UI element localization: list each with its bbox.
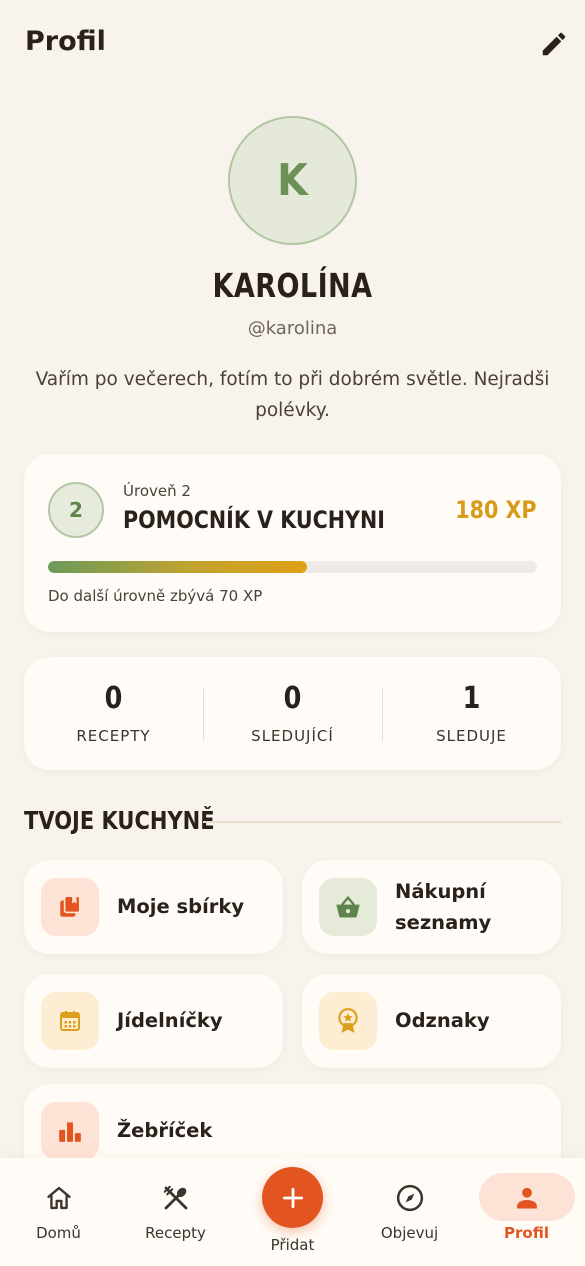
tile-label: Odznaky: [395, 1009, 490, 1032]
collections-icon: [41, 878, 99, 936]
xp-value: 180 XP: [455, 496, 537, 524]
tile-label: Moje sbírky: [117, 895, 245, 918]
stat-recipes[interactable]: 0 RECEPTY: [24, 657, 203, 770]
nav-recipes[interactable]: Recepty: [117, 1158, 234, 1266]
tile-meal-plans[interactable]: Jídelníčky: [24, 974, 283, 1068]
plus-icon: [282, 1187, 303, 1208]
level-progress-fill: [48, 561, 308, 573]
person-icon: [516, 1187, 537, 1209]
stat-value: 0: [104, 681, 123, 716]
level-badge: 2: [48, 482, 104, 538]
stat-followers[interactable]: 0 SLEDUJÍCÍ: [203, 657, 382, 770]
nav-label: Domů: [36, 1224, 81, 1242]
utensils-icon: [163, 1185, 187, 1210]
leaderboard-icon: [41, 1102, 99, 1160]
pencil-icon: [542, 32, 566, 56]
nav-label: Recepty: [145, 1224, 206, 1242]
level-title: POMOCNÍK V KUCHYNI: [123, 506, 385, 534]
profile-username: @karolina: [247, 318, 338, 339]
nav-profile[interactable]: Profil: [468, 1158, 585, 1266]
nav-label: Objevuj: [380, 1224, 439, 1242]
badge-icon: [319, 992, 377, 1050]
add-recipe-label: Přidat: [270, 1236, 315, 1254]
edit-profile-button[interactable]: [536, 26, 572, 62]
avatar-initial: K: [277, 155, 308, 206]
tile-badges[interactable]: Odznaky: [302, 974, 561, 1068]
calendar-icon: [41, 992, 99, 1050]
top-bar: Profil: [0, 0, 585, 90]
tile-label-line: seznamy: [395, 911, 492, 934]
tile-shopping-lists[interactable]: Nákupní seznamy: [302, 860, 561, 954]
tile-label: Žebříček: [117, 1119, 213, 1142]
nav-home[interactable]: Domů: [0, 1158, 117, 1266]
profile-bio: Vařím po večerech, fotím to při dobrém s…: [35, 369, 550, 421]
nav-discover[interactable]: Objevuj: [351, 1158, 468, 1266]
level-progress-bar: [48, 561, 537, 573]
tile-collections[interactable]: Moje sbírky: [24, 860, 283, 954]
basket-icon: [319, 878, 377, 936]
stat-value: 1: [462, 681, 481, 716]
profile-name: KAROLÍNA: [212, 266, 373, 305]
section-divider: [203, 821, 561, 823]
level-card: 2 Úroveň 2 POMOCNÍK V KUCHYNI 180 XP Do …: [24, 454, 561, 632]
tile-label: Jídelníčky: [117, 1009, 223, 1032]
avatar: K: [228, 116, 357, 245]
tile-label: Nákupní seznamy: [395, 876, 491, 938]
page-title: Profil: [25, 26, 106, 57]
stat-label: RECEPTY: [76, 727, 151, 745]
stat-value: 0: [283, 681, 302, 716]
tile-label-line: Nákupní: [395, 880, 486, 903]
section-title: TVOJE KUCHYNĚ: [24, 806, 215, 835]
add-recipe-button[interactable]: [262, 1167, 323, 1228]
nav-label: Profil: [504, 1224, 549, 1242]
stat-label: SLEDUJE: [436, 727, 507, 745]
compass-icon: [396, 1184, 423, 1212]
stats-card: 0 RECEPTY 0 SLEDUJÍCÍ 1 SLEDUJE: [24, 657, 561, 770]
stat-following[interactable]: 1 SLEDUJE: [382, 657, 561, 770]
level-label: Úroveň 2: [123, 482, 191, 500]
level-progress-text: Do další úrovně zbývá 70 XP: [48, 587, 263, 605]
home-icon: [46, 1186, 71, 1210]
stat-label: SLEDUJÍCÍ: [251, 727, 334, 745]
